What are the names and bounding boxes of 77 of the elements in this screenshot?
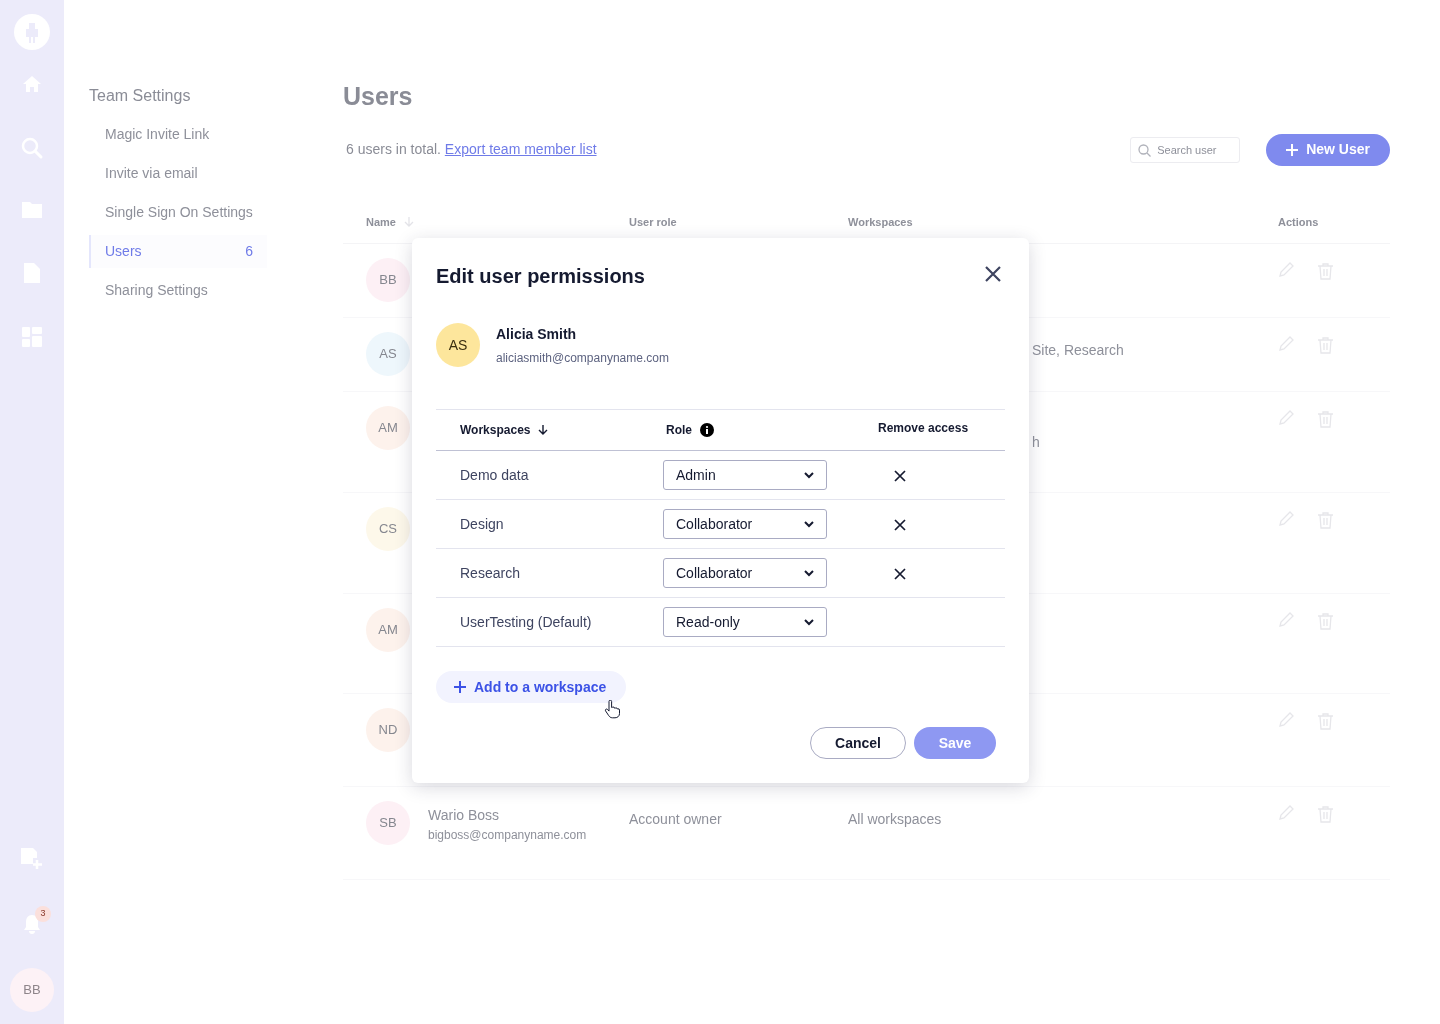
trash-icon[interactable] (1317, 261, 1334, 280)
workspaces-text: All workspaces (848, 810, 942, 827)
section-title: Team Settings (89, 86, 192, 106)
pencil-icon[interactable] (1278, 335, 1295, 353)
user-avatar: SB (366, 800, 410, 845)
user-email: aliciasmith@companyname.com (496, 349, 669, 367)
item-count: 6 (245, 242, 253, 261)
settings-nav-item[interactable]: Magic Invite Link (89, 118, 267, 151)
pointer-cursor-icon (604, 700, 620, 719)
bell-icon[interactable] (23, 914, 41, 934)
close-icon (894, 567, 906, 580)
sort-arrow-icon (403, 217, 414, 227)
role-dropdown[interactable]: Admin (663, 460, 827, 490)
page-title: Users (343, 81, 414, 112)
new-user-button[interactable]: New User (1266, 133, 1390, 166)
column-header: Actions (1278, 214, 1319, 230)
role-dropdown[interactable]: Read-only (663, 607, 827, 637)
chevron-down-icon (804, 471, 814, 479)
settings-nav-item[interactable]: Sharing Settings (89, 274, 267, 307)
close-icon (894, 518, 906, 531)
trash-icon[interactable] (1317, 804, 1334, 823)
search-field[interactable]: Search user (1130, 136, 1241, 163)
workspace-name: UserTesting (Default) (459, 612, 593, 632)
user-avatar: AS (366, 331, 410, 376)
plus-icon (454, 681, 466, 693)
users-summary: 6 users in total. Export team member list (345, 140, 597, 159)
trash-icon[interactable] (1317, 510, 1334, 529)
pencil-icon[interactable] (1278, 409, 1295, 427)
add-workspace-button[interactable]: Add to a workspace (436, 671, 627, 703)
sort-arrow-icon (538, 425, 549, 435)
chevron-down-icon (804, 569, 814, 577)
role-dropdown[interactable]: Collaborator (663, 558, 827, 588)
notification-badge: 3 (35, 906, 51, 922)
trash-icon[interactable] (1317, 409, 1334, 428)
trash-icon[interactable] (1317, 335, 1334, 354)
pencil-icon[interactable] (1278, 611, 1295, 629)
info-icon (700, 423, 714, 437)
pencil-icon[interactable] (1278, 711, 1295, 729)
user-avatar: CS (366, 506, 410, 551)
pencil-icon[interactable] (1278, 261, 1295, 279)
user-avatar: BB (366, 257, 410, 302)
role-dropdown[interactable]: Collaborator (663, 509, 827, 539)
user-avatar: AM (366, 405, 410, 450)
pencil-icon[interactable] (1278, 804, 1295, 822)
chevron-down-icon (804, 520, 814, 528)
column-header[interactable]: Workspaces (460, 421, 531, 439)
workspace-name: Demo data (459, 465, 530, 485)
user-role: Account owner (629, 810, 722, 827)
dialog-title: Edit user permissions (436, 264, 645, 288)
settings-nav-item[interactable]: Invite via email (89, 157, 267, 190)
workspace-name: Research (459, 563, 521, 583)
workspaces-text: Site, Research (1031, 340, 1124, 360)
user-avatar: AS (436, 323, 480, 367)
user-avatar[interactable]: BB (10, 968, 54, 1012)
user-name: Wario Boss (428, 805, 501, 825)
user-avatar: ND (366, 707, 410, 752)
user-email: bigboss@companyname.com (428, 826, 587, 844)
user-name: Alicia Smith (496, 324, 578, 344)
workspace-name: Design (459, 514, 505, 534)
trash-icon[interactable] (1317, 711, 1334, 730)
close-icon (894, 469, 906, 482)
close-icon (985, 266, 1001, 282)
pencil-icon[interactable] (1278, 510, 1295, 528)
settings-nav-item[interactable]: Single Sign On Settings (89, 196, 267, 229)
workspaces-text: h (1031, 432, 1040, 452)
column-header[interactable]: Name (366, 213, 396, 231)
column-header: User role (629, 214, 677, 230)
chevron-down-icon (804, 618, 814, 626)
trash-icon[interactable] (1317, 611, 1334, 630)
user-avatar: AM (366, 607, 410, 652)
column-header: Role (666, 422, 692, 439)
cancel-button[interactable]: Cancel (810, 727, 906, 759)
search-icon (1138, 143, 1152, 157)
export-link[interactable]: Export team member list (444, 141, 597, 157)
plus-icon (1286, 143, 1299, 156)
column-header: Workspaces (848, 214, 913, 230)
column-header: Remove access (878, 420, 969, 437)
